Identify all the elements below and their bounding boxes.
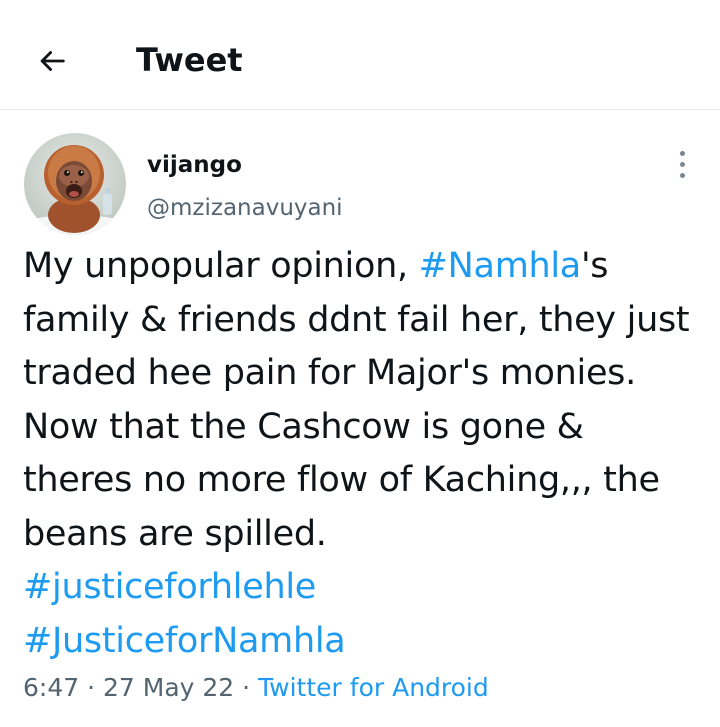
tweet-text-segment: My unpopular opinion, — [23, 246, 419, 286]
more-vertical-icon[interactable] — [668, 146, 696, 182]
page-title: Tweet — [136, 41, 243, 79]
arrow-left-icon — [40, 51, 65, 71]
avatar[interactable] — [24, 133, 126, 235]
hashtag-link[interactable]: #justiceforhlehle — [23, 567, 316, 607]
tweet-metadata: 6:47 · 27 May 22 · Twitter for Android — [23, 671, 489, 705]
tweet-date[interactable]: 27 May 22 — [103, 673, 234, 702]
orangutan-avatar-icon — [24, 133, 126, 235]
tweet-text-segment: 's family & friends ddnt fail her, they … — [23, 246, 690, 554]
tweet-text: My unpopular opinion, #Namhla's family &… — [23, 240, 703, 668]
hashtag-link[interactable]: #Namhla — [419, 246, 582, 286]
back-button[interactable] — [26, 38, 78, 84]
top-bar: Tweet — [0, 0, 720, 110]
tweet-source-link[interactable]: Twitter for Android — [258, 673, 489, 702]
dot — [679, 161, 685, 167]
dot — [679, 172, 685, 178]
tweet-time[interactable]: 6:47 — [23, 673, 79, 702]
author-handle[interactable]: @mzizanavuyani — [147, 193, 343, 223]
author-display-name[interactable]: vijango — [147, 150, 242, 180]
meta-separator: · — [234, 673, 259, 702]
hashtag-link[interactable]: #JusticeforNamhla — [23, 621, 346, 661]
meta-separator: · — [79, 673, 103, 702]
dot — [679, 150, 685, 156]
